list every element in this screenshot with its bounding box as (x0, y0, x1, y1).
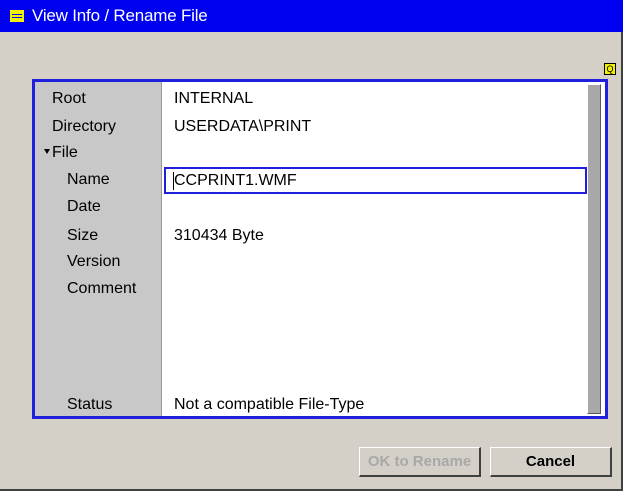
rename-dialog: View Info / Rename File Q Root INTERNAL … (0, 0, 623, 491)
zoom-icon[interactable]: Q (604, 63, 616, 75)
size-label: Size (67, 227, 99, 244)
filename-field[interactable] (164, 167, 587, 194)
ok-to-rename-button[interactable]: OK to Rename (359, 447, 481, 477)
cancel-button[interactable]: Cancel (490, 447, 612, 477)
version-label: Version (67, 253, 121, 270)
root-label: Root (52, 90, 86, 107)
filename-input[interactable] (174, 171, 574, 191)
date-label: Date (67, 198, 101, 215)
window-title: View Info / Rename File (32, 6, 208, 25)
status-value: Not a compatible File-Type (174, 396, 365, 413)
comment-label: Comment (67, 280, 137, 297)
window-menu-icon[interactable] (10, 10, 24, 22)
status-label: Status (67, 396, 113, 413)
directory-value: USERDATA\PRINT (174, 118, 312, 135)
file-group-toggle[interactable]: File (44, 144, 78, 162)
title-bar: View Info / Rename File (0, 0, 623, 32)
name-label: Name (67, 171, 110, 188)
size-value: 310434 Byte (174, 227, 264, 244)
directory-label: Directory (52, 118, 117, 135)
file-info-panel: Root INTERNAL Directory USERDATA\PRINT F… (32, 79, 608, 419)
file-label: File (52, 144, 78, 161)
root-value: INTERNAL (174, 90, 254, 107)
vertical-scrollbar[interactable] (587, 84, 601, 414)
triangle-down-icon (44, 148, 50, 154)
